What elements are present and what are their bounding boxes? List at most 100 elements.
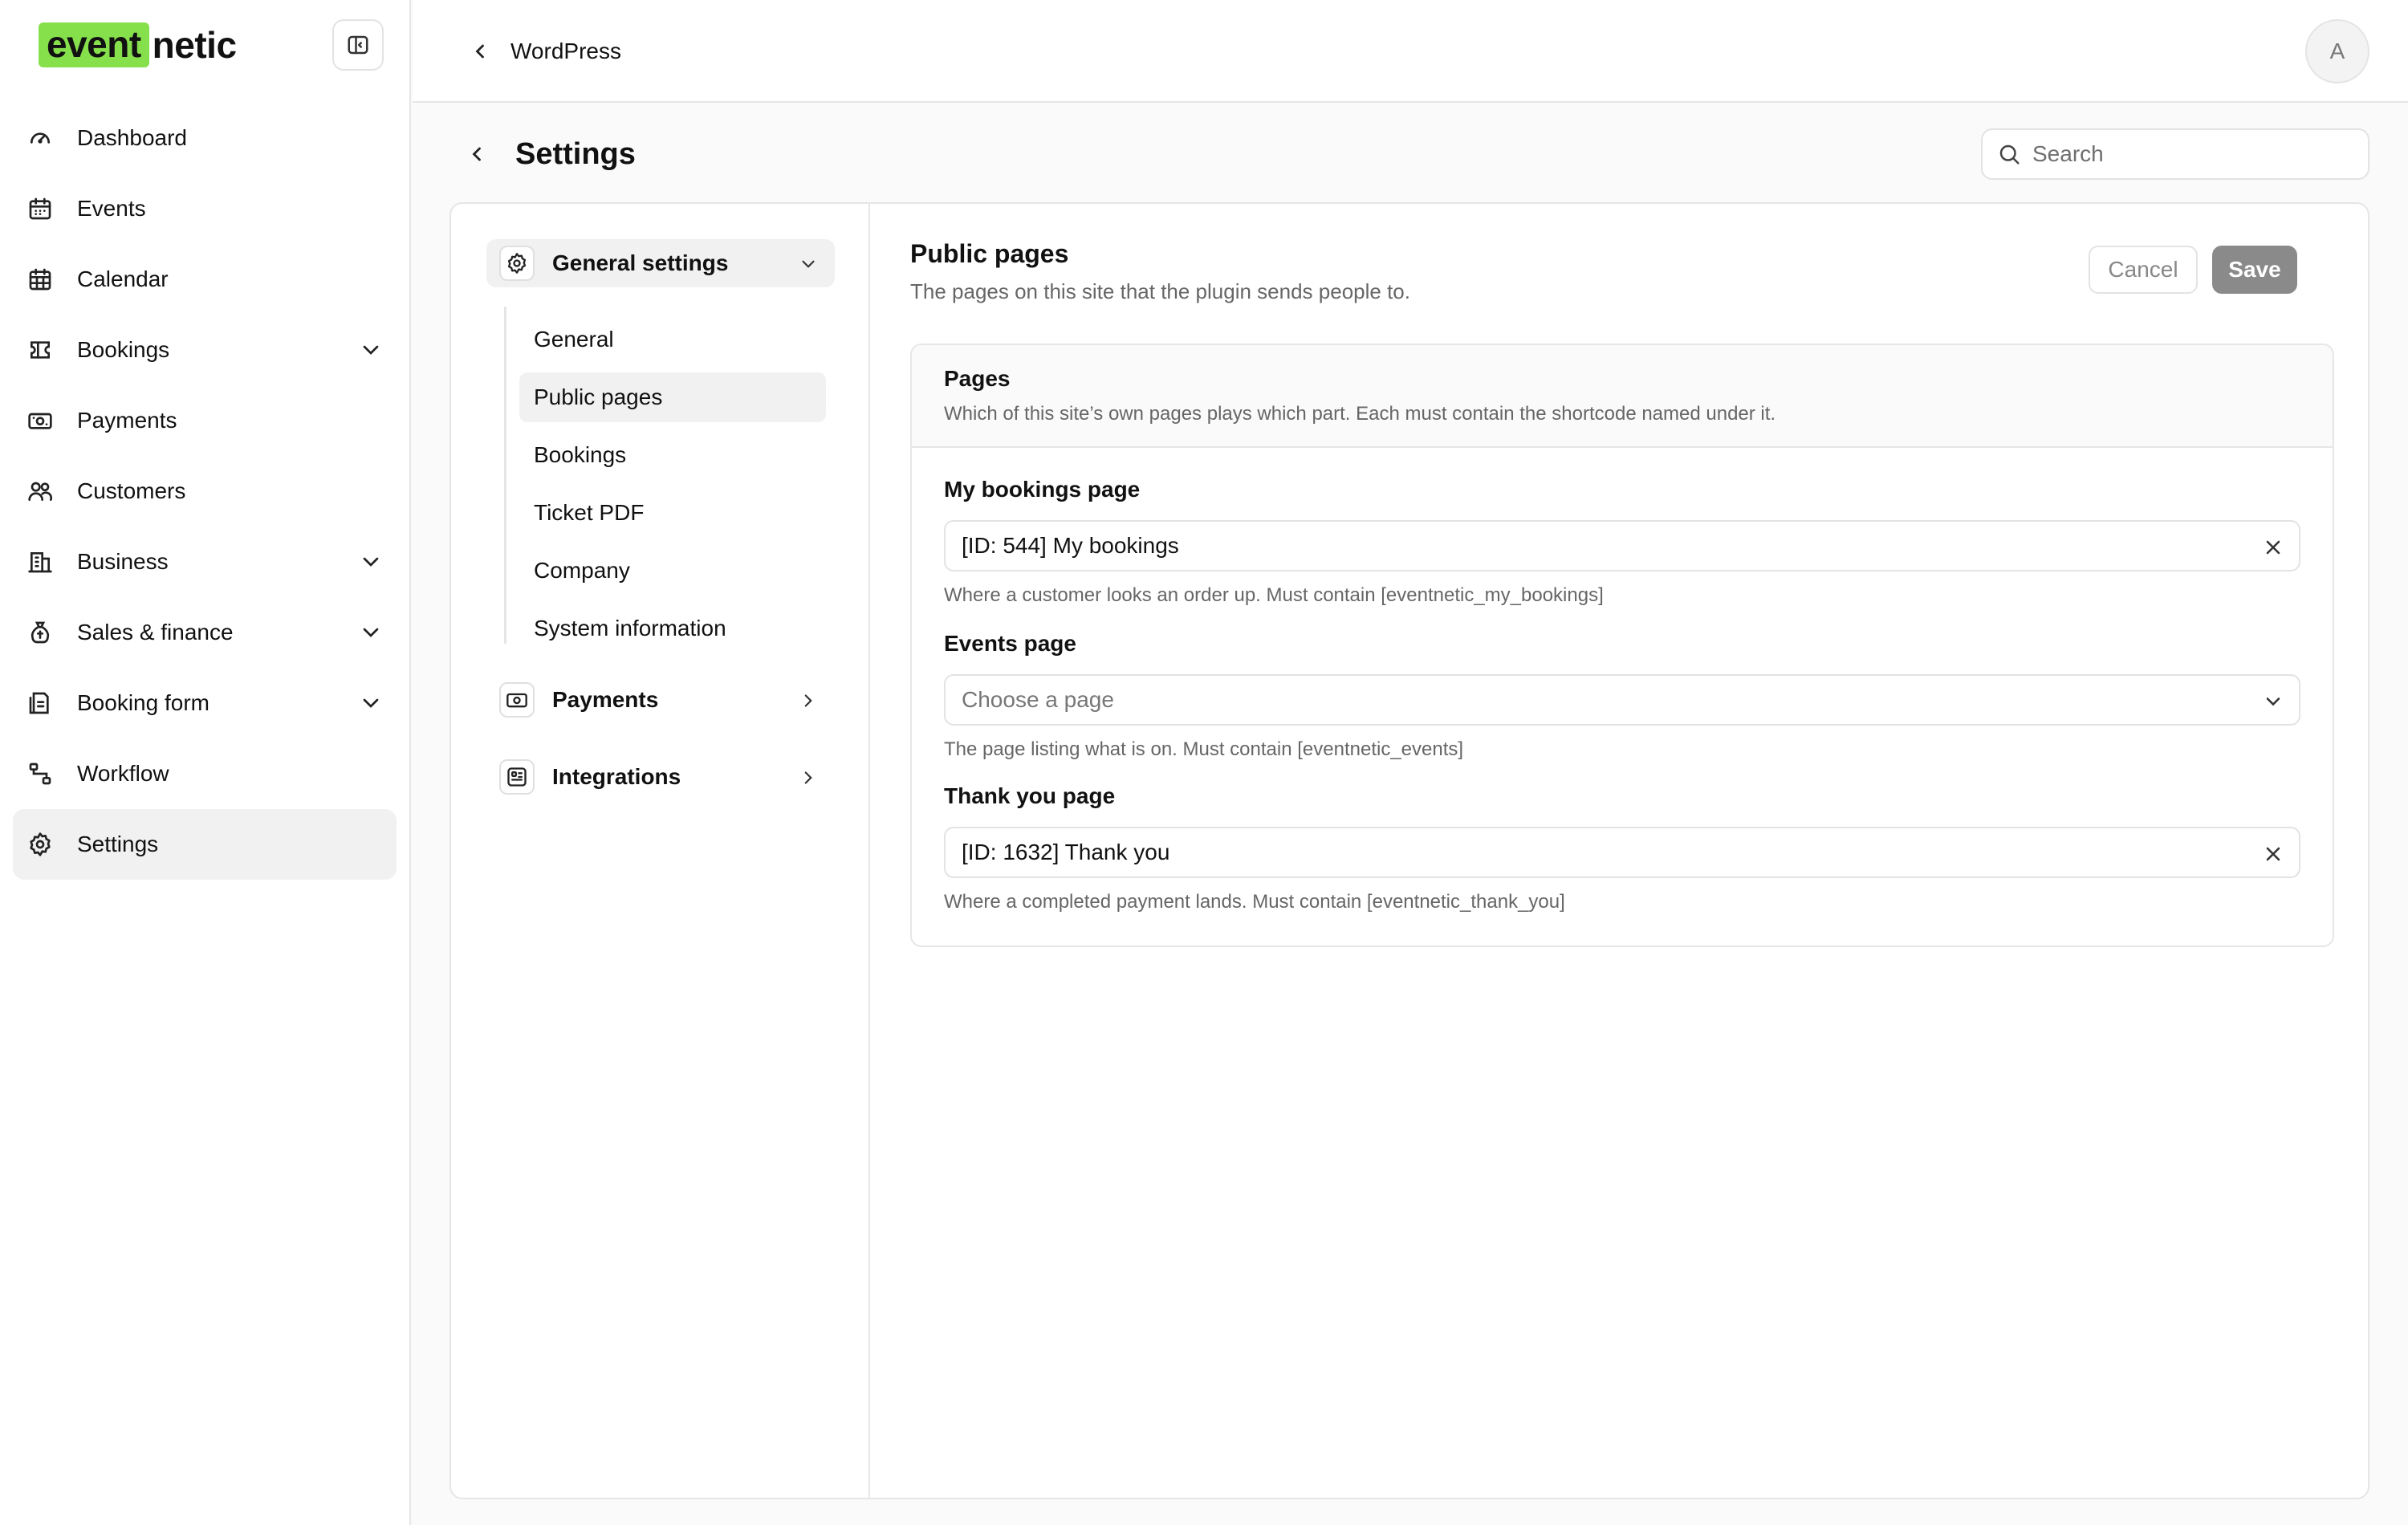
- chevron-down-icon: [363, 698, 379, 708]
- calendar-grid-icon: [29, 268, 51, 291]
- sidebar-item-customers[interactable]: Customers: [13, 456, 397, 527]
- sidebar-item-events[interactable]: Events: [13, 173, 397, 244]
- field-help: Where a customer looks an order up. Must…: [944, 584, 1604, 606]
- section-title: Public pages: [910, 239, 1069, 268]
- sidebar-item-bookings[interactable]: Bookings: [13, 315, 397, 385]
- settings-subitem-public-pages[interactable]: Public pages: [519, 372, 826, 422]
- ticket-icon: [31, 341, 50, 359]
- sidebar-item-sales-finance[interactable]: Sales & finance: [13, 597, 397, 668]
- sidebar-item-label: Customers: [77, 478, 186, 503]
- settings-subitem-general[interactable]: General: [519, 315, 826, 364]
- settings-subitem-system-information[interactable]: System information: [519, 604, 826, 653]
- settings-subitem-ticket-pdf[interactable]: Ticket PDF: [519, 488, 826, 538]
- page-title: Settings: [515, 136, 636, 171]
- field-label: My bookings page: [944, 477, 1141, 502]
- settings-group-label: Integrations: [552, 764, 681, 789]
- sidebar-item-payments[interactable]: Payments: [13, 385, 397, 456]
- money-bag-icon: [31, 621, 50, 644]
- settings-subnav: General Public pages Bookings Ticket PDF…: [504, 307, 826, 644]
- settings-nav: General settings General Public pages Bo…: [451, 204, 870, 1498]
- chevron-down-icon: [363, 628, 379, 637]
- field-label: Thank you page: [944, 783, 1116, 808]
- field-help: Where a completed payment lands. Must co…: [944, 891, 1565, 913]
- gear-icon: [499, 246, 535, 281]
- brand-logo[interactable]: event netic: [39, 22, 237, 67]
- pages-card-header: Pages Which of this site’s own pages pla…: [912, 345, 2333, 448]
- sidebar-item-label: Sales & finance: [77, 620, 234, 645]
- back-to-wordpress-link[interactable]: WordPress: [469, 32, 621, 71]
- cancel-button[interactable]: Cancel: [2089, 246, 2198, 294]
- sidebar-item-label: Booking form: [77, 690, 209, 715]
- top-bar: WordPress A: [413, 0, 2408, 103]
- chevron-down-icon: [363, 557, 379, 567]
- form-icon: [29, 692, 49, 714]
- sidebar-item-business[interactable]: Business: [13, 527, 397, 597]
- sidebar-item-label: Workflow: [77, 761, 169, 786]
- settings-group-label: Payments: [552, 687, 659, 712]
- field-value: Choose a page: [962, 687, 1114, 712]
- banknote-icon: [28, 413, 52, 429]
- chevron-down-icon: [363, 345, 379, 355]
- sidebar-item-booking-form[interactable]: Booking form: [13, 668, 397, 738]
- thank-you-page-field: Thank you page [ID: 1632] Thank you Wher…: [944, 783, 2300, 913]
- sidebar-item-calendar[interactable]: Calendar: [13, 244, 397, 315]
- search-box[interactable]: [1981, 128, 2369, 180]
- field-label: Events page: [944, 631, 1076, 656]
- settings-panel: General settings General Public pages Bo…: [449, 202, 2369, 1499]
- pages-card: Pages Which of this site’s own pages pla…: [910, 344, 2334, 947]
- sidebar-item-settings[interactable]: Settings: [13, 809, 397, 880]
- chevron-right-icon: [804, 694, 812, 707]
- gauge-icon: [31, 132, 50, 144]
- sidebar-item-workflow[interactable]: Workflow: [13, 738, 397, 809]
- page-header: Settings: [466, 132, 636, 177]
- chevron-down-icon: [2266, 697, 2280, 706]
- card-description: Which of this site’s own pages plays whi…: [944, 403, 1776, 425]
- my-bookings-page-select[interactable]: [ID: 544] My bookings: [944, 520, 2300, 571]
- chevron-right-icon: [804, 771, 812, 784]
- section-description: The pages on this site that the plugin s…: [910, 279, 1410, 303]
- calendar-icon: [29, 197, 51, 220]
- chevron-left-icon: [475, 44, 484, 59]
- settings-content: Public pages The pages on this site that…: [872, 204, 2368, 1498]
- settings-subitem-company[interactable]: Company: [519, 546, 826, 596]
- my-bookings-page-field: My bookings page [ID: 544] My bookings W…: [944, 477, 2300, 606]
- sidebar-item-dashboard[interactable]: Dashboard: [13, 103, 397, 173]
- avatar[interactable]: A: [2305, 19, 2369, 83]
- workflow-icon: [29, 762, 51, 785]
- clear-icon[interactable]: [2262, 843, 2284, 865]
- back-link-label: WordPress: [510, 39, 621, 63]
- brand-logo-text: netic: [152, 24, 237, 66]
- settings-subitem-bookings[interactable]: Bookings: [519, 430, 826, 480]
- sidebar-item-label: Settings: [77, 832, 159, 856]
- sidebar-item-label: Payments: [77, 408, 177, 433]
- chevron-down-icon: [802, 260, 815, 268]
- field-help: The page listing what is on. Must contai…: [944, 738, 1464, 760]
- settings-group-label: General settings: [552, 250, 729, 275]
- field-value: [ID: 544] My bookings: [962, 533, 1179, 558]
- search-icon: [1999, 144, 2020, 165]
- back-arrow-icon[interactable]: [466, 143, 488, 165]
- app-sidebar: event netic Dashboard Events Calendar Bo…: [0, 0, 411, 1525]
- building-icon: [28, 552, 52, 573]
- field-value: [ID: 1632] Thank you: [962, 840, 1170, 864]
- sidebar-collapse-button[interactable]: [332, 19, 384, 71]
- brand-logo-highlight: event: [39, 22, 149, 67]
- settings-group-payments[interactable]: Payments: [486, 676, 835, 724]
- clear-icon[interactable]: [2262, 536, 2284, 559]
- sidebar-nav: Dashboard Events Calendar Bookings Payme…: [13, 103, 397, 880]
- card-title: Pages: [944, 366, 1011, 391]
- panel-toggle-icon: [348, 35, 368, 55]
- sidebar-item-label: Calendar: [77, 266, 169, 291]
- gear-icon: [30, 832, 51, 856]
- banknote-icon: [499, 682, 535, 718]
- search-input[interactable]: [2032, 141, 2353, 167]
- thank-you-page-select[interactable]: [ID: 1632] Thank you: [944, 827, 2300, 878]
- sidebar-item-label: Bookings: [77, 337, 170, 362]
- events-page-select[interactable]: Choose a page: [944, 674, 2300, 726]
- save-button[interactable]: Save: [2212, 246, 2297, 294]
- sidebar-item-label: Business: [77, 549, 169, 574]
- settings-group-integrations[interactable]: Integrations: [486, 753, 835, 801]
- settings-group-general[interactable]: General settings: [486, 239, 835, 287]
- events-page-field: Events page Choose a page The page listi…: [944, 631, 2300, 760]
- integrations-icon: [499, 759, 535, 795]
